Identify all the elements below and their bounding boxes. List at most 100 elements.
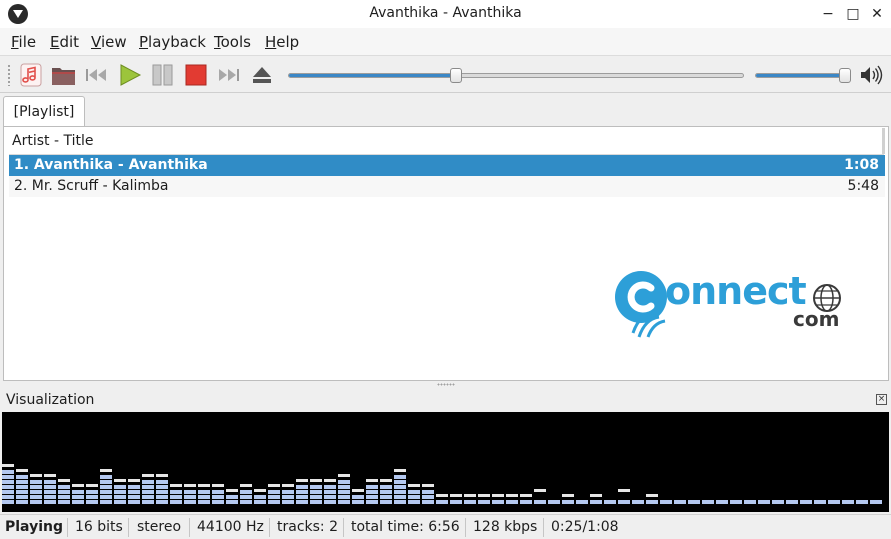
close-button[interactable]: ✕ xyxy=(867,4,887,24)
spectrum-bar-segment xyxy=(268,490,280,494)
spectrum-bar-segment xyxy=(72,495,84,499)
spectrum-bar-segment xyxy=(268,495,280,499)
playlist-row[interactable]: 2. Mr. Scruff - Kalimba 5:48 xyxy=(9,176,885,197)
stop-icon[interactable] xyxy=(183,63,209,87)
spectrum-peak xyxy=(506,494,518,497)
spectrum-bar-segment xyxy=(198,490,210,494)
spectrum-bar-segment xyxy=(44,480,56,484)
track-title: 2. Mr. Scruff - Kalimba xyxy=(14,178,169,194)
spectrum-bar-segment xyxy=(30,485,42,489)
spectrum-bar-segment xyxy=(100,485,112,489)
volume-slider-handle[interactable] xyxy=(839,68,851,83)
spectrum-bar-segment xyxy=(114,490,126,494)
spectrum-peak xyxy=(590,494,602,497)
visualization-close-button[interactable]: × xyxy=(876,394,887,405)
spectrum-bar-segment xyxy=(86,500,98,504)
spectrum-peak xyxy=(128,479,140,482)
spectrum-bar-segment xyxy=(170,495,182,499)
spectrum-bar-segment xyxy=(184,500,196,504)
status-total-time: total time: 6:56 xyxy=(351,519,460,535)
spectrum-bar-segment xyxy=(366,485,378,489)
spectrum-bar-segment xyxy=(380,495,392,499)
spectrum-bar-segment xyxy=(408,495,420,499)
toolbar-grip[interactable] xyxy=(7,64,11,86)
spectrum-peak xyxy=(58,479,70,482)
menu-tools[interactable]: Tools xyxy=(214,33,251,51)
spectrum-peak xyxy=(324,479,336,482)
status-separator xyxy=(67,518,68,537)
volume-slider[interactable] xyxy=(755,68,851,83)
seek-slider-handle[interactable] xyxy=(450,68,462,83)
menu-view[interactable]: View xyxy=(91,33,127,51)
menu-file-label: File xyxy=(11,33,37,51)
maximize-button[interactable]: □ xyxy=(843,4,863,24)
spectrum-peak xyxy=(394,469,406,472)
spectrum-bar-segment xyxy=(2,490,14,494)
menu-help[interactable]: Help xyxy=(265,33,299,51)
spectrum-peak xyxy=(170,484,182,487)
spectrum-peak xyxy=(310,479,322,482)
spectrum-bar-segment xyxy=(100,495,112,499)
spectrum-bar-segment xyxy=(128,495,140,499)
spectrum-bar-segment xyxy=(478,500,490,504)
playlist-scrollbar[interactable] xyxy=(882,128,885,154)
spectrum-bar-segment xyxy=(380,490,392,494)
visualization-canvas xyxy=(2,412,889,512)
spectrum-bar-segment xyxy=(2,475,14,479)
spectrum-bar-segment xyxy=(296,500,308,504)
spectrum-bar-segment xyxy=(366,500,378,504)
pause-icon[interactable] xyxy=(150,63,176,87)
panel-splitter[interactable] xyxy=(437,383,455,386)
spectrum-bar-segment xyxy=(212,495,224,499)
open-folder-icon[interactable] xyxy=(51,63,77,87)
spectrum-bar-segment xyxy=(268,500,280,504)
spectrum-bar-segment xyxy=(296,495,308,499)
spectrum-bar-segment xyxy=(198,500,210,504)
status-tracks: tracks: 2 xyxy=(277,519,338,535)
minimize-button[interactable]: − xyxy=(818,4,838,24)
playlist-row[interactable]: 1. Avanthika - Avanthika 1:08 xyxy=(9,155,885,176)
spectrum-bar-segment xyxy=(100,500,112,504)
add-files-icon[interactable] xyxy=(18,63,44,87)
next-icon[interactable] xyxy=(216,63,242,87)
spectrum-bar-segment xyxy=(422,490,434,494)
spectrum-peak xyxy=(450,494,462,497)
menu-edit[interactable]: Edit xyxy=(50,33,79,51)
eject-icon[interactable] xyxy=(249,63,275,87)
spectrum-peak xyxy=(520,494,532,497)
menu-help-label: Help xyxy=(265,33,300,51)
spectrum-bar-segment xyxy=(856,500,868,504)
spectrum-bar-segment xyxy=(422,495,434,499)
spectrum-peak xyxy=(268,484,280,487)
previous-icon[interactable] xyxy=(84,63,110,87)
spectrum-bar-segment xyxy=(800,500,812,504)
speaker-icon[interactable] xyxy=(859,63,883,87)
spectrum-bar-segment xyxy=(436,500,448,504)
spectrum-bar-segment xyxy=(240,500,252,504)
spectrum-peak xyxy=(142,474,154,477)
volume-slider-fill xyxy=(756,74,845,77)
column-header-artist-title[interactable]: Artist - Title xyxy=(9,128,884,155)
spectrum-bar-segment xyxy=(828,500,840,504)
spectrum-bar-segment xyxy=(408,500,420,504)
spectrum-bar-segment xyxy=(142,500,154,504)
spectrum-bar-segment xyxy=(30,500,42,504)
menu-playback[interactable]: Playback xyxy=(139,33,206,51)
spectrum-bar-segment xyxy=(2,470,14,474)
play-icon[interactable] xyxy=(117,63,143,87)
spectrum-bar-segment xyxy=(16,480,28,484)
tab-playlist[interactable]: [Playlist] xyxy=(3,96,85,127)
seek-slider[interactable] xyxy=(288,68,744,83)
spectrum-bar-segment xyxy=(282,490,294,494)
spectrum-bar-segment xyxy=(30,495,42,499)
spectrum-bar-segment xyxy=(16,490,28,494)
spectrum-peak xyxy=(72,484,84,487)
spectrum-bar-segment xyxy=(198,495,210,499)
spectrum-bar-segment xyxy=(338,490,350,494)
menu-playback-label: Playback xyxy=(139,33,206,51)
spectrum-bar-segment xyxy=(86,495,98,499)
spectrum-bar-segment xyxy=(2,480,14,484)
menu-file[interactable]: File xyxy=(11,33,36,51)
spectrum-peak xyxy=(338,474,350,477)
spectrum-bar-segment xyxy=(506,500,518,504)
